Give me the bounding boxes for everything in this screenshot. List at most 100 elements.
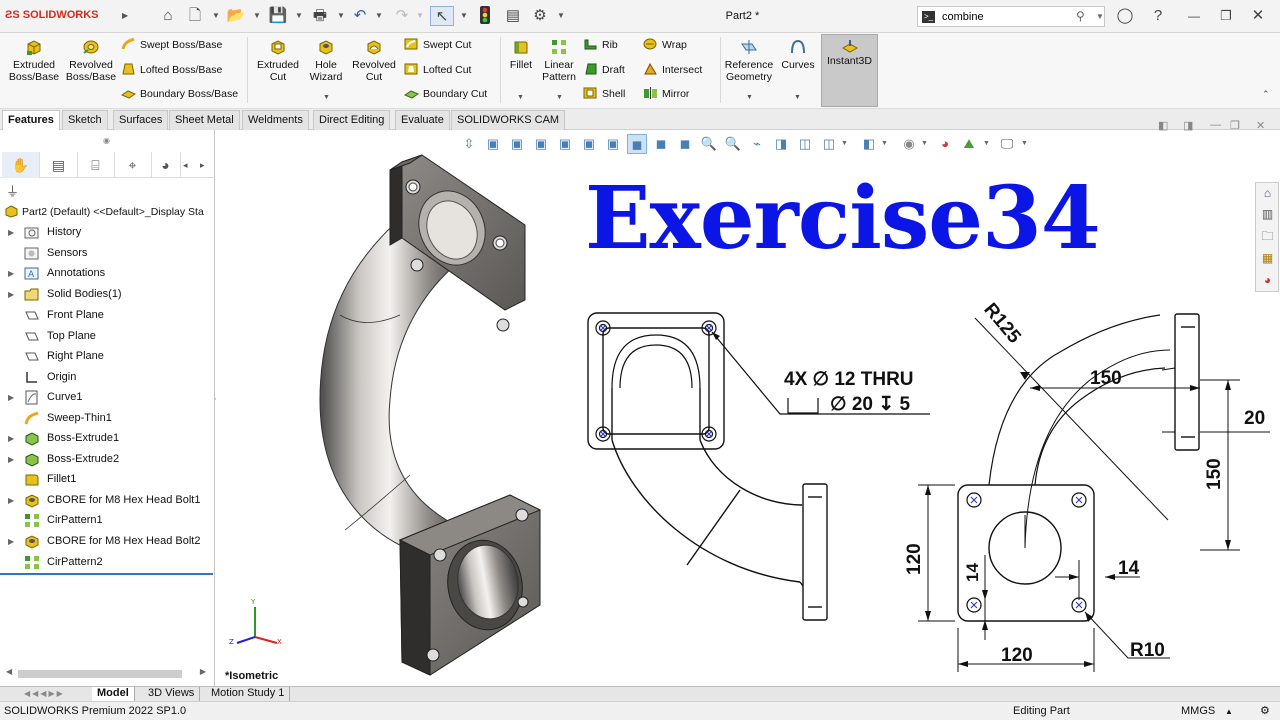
expand-arrow-icon[interactable]: ▶	[8, 532, 14, 551]
tab-surfaces[interactable]: Surfaces	[113, 110, 169, 130]
doc-tile-left-icon[interactable]: ◧	[1158, 119, 1168, 132]
undo-icon[interactable]: ↶	[350, 6, 370, 26]
lofted-cut-button[interactable]: Lofted Cut	[404, 62, 471, 78]
tab-scroll-left-icon[interactable]: ◂	[183, 152, 188, 178]
file-explorer-icon[interactable]: 🗀	[1259, 228, 1276, 245]
tree-item-cbore-bolt1[interactable]: ▶ CBORE for M8 Hex Head Bolt1	[0, 491, 213, 510]
appearances-icon[interactable]: ◕	[1259, 272, 1276, 289]
doc-restore-icon[interactable]: ❐	[1230, 119, 1240, 132]
dropdown-icon[interactable]: ▼	[921, 140, 928, 147]
zoom-previous-icon[interactable]: 🔍	[723, 134, 743, 154]
open-dropdown-icon[interactable]: ▼	[253, 11, 261, 20]
zoom-area-icon[interactable]: 🔍	[699, 134, 719, 154]
mirror-button[interactable]: Mirror	[643, 86, 689, 102]
expand-arrow-icon[interactable]: ▶	[8, 450, 14, 469]
section-view-icon[interactable]: ⌁	[747, 134, 767, 154]
dropdown-icon[interactable]: ▼	[983, 140, 990, 147]
unit-system[interactable]: MMGS	[1181, 705, 1215, 717]
rebuild-traffic-light-icon[interactable]	[475, 6, 495, 26]
view-cube-icon[interactable]: ▣	[555, 134, 575, 154]
new-document-icon[interactable]: 🗋	[185, 6, 205, 26]
tree-item-boss-extrude1[interactable]: ▶ Boss-Extrude1	[0, 429, 213, 448]
shaded-view-icon[interactable]: ◼	[627, 134, 647, 154]
tree-item-right-plane[interactable]: Right Plane	[0, 347, 213, 366]
dropdown-icon[interactable]: ▼	[841, 140, 848, 147]
view-cube-icon[interactable]: ▣	[603, 134, 623, 154]
linear-pattern-dropdown-icon[interactable]: ▼	[556, 94, 563, 101]
window-restore-icon[interactable]: ❐	[1216, 6, 1236, 26]
print-dropdown-icon[interactable]: ▼	[337, 11, 345, 20]
dropdown-icon[interactable]: ▼	[1021, 140, 1028, 147]
tree-item-cbore-bolt2[interactable]: ▶ CBORE for M8 Hex Head Bolt2	[0, 532, 213, 551]
display-style-icon[interactable]: ◼	[675, 134, 695, 154]
tree-item-fillet1[interactable]: Fillet1	[0, 470, 213, 489]
design-library-icon[interactable]: ▥	[1259, 206, 1276, 223]
hole-wizard-dropdown-icon[interactable]: ▼	[323, 94, 330, 101]
hole-wizard-button[interactable]: Hole Wizard	[304, 36, 348, 83]
view-settings-icon[interactable]: 🖵	[997, 134, 1017, 154]
tab-solidworks-cam[interactable]: SOLIDWORKS CAM	[451, 110, 566, 130]
redo-dropdown-icon[interactable]: ▼	[416, 11, 424, 20]
options-gear-icon[interactable]: ⚙	[530, 6, 550, 26]
search-icon[interactable]: ⚲	[1076, 9, 1085, 23]
tree-item-history[interactable]: ▶ History	[0, 223, 213, 242]
tab-model[interactable]: Model	[92, 687, 135, 701]
expand-arrow-icon[interactable]: ▶	[8, 429, 14, 448]
scroll-right-icon[interactable]: ▶	[200, 667, 206, 676]
tab-evaluate[interactable]: Evaluate	[395, 110, 450, 130]
tab-3d-views[interactable]: 3D Views	[143, 687, 201, 701]
window-close-icon[interactable]: ✕	[1248, 6, 1268, 26]
doc-tile-right-icon[interactable]: ◨	[1183, 119, 1193, 132]
tree-item-cirpattern2[interactable]: CirPattern2	[0, 553, 213, 572]
swept-boss-button[interactable]: Swept Boss/Base	[121, 37, 222, 53]
tree-item-sweep-thin1[interactable]: Sweep-Thin1	[0, 409, 213, 428]
expand-arrow-icon[interactable]: ▶	[8, 285, 14, 304]
lofted-boss-button[interactable]: Lofted Boss/Base	[121, 62, 222, 78]
open-folder-icon[interactable]: 📂	[226, 6, 246, 26]
horizontal-scrollbar[interactable]: ◀ ▶	[6, 667, 206, 680]
shell-button[interactable]: Shell	[583, 86, 625, 102]
units-dropdown-icon[interactable]: ▲	[1225, 707, 1233, 716]
options-dropdown-icon[interactable]: ▼	[557, 11, 565, 20]
edit-appearance-icon[interactable]: ◕	[935, 134, 955, 154]
draft-button[interactable]: Draft	[583, 62, 625, 78]
expand-arrow-icon[interactable]: ▶	[8, 388, 14, 407]
revolved-boss-button[interactable]: Revolved Boss/Base	[63, 36, 119, 83]
tree-item-boss-extrude2[interactable]: ▶ Boss-Extrude2	[0, 450, 213, 469]
user-account-icon[interactable]: ◯	[1115, 6, 1135, 26]
tree-item-curve1[interactable]: ▶ Curve1	[0, 388, 213, 407]
search-dropdown-icon[interactable]: ▼	[1096, 12, 1104, 21]
display-manager-tab-icon[interactable]: ◕	[151, 152, 181, 178]
rollback-bar[interactable]	[0, 573, 213, 575]
part-3d-model[interactable]	[290, 150, 550, 685]
swept-cut-button[interactable]: Swept Cut	[404, 37, 471, 53]
view-palette-icon[interactable]: ▦	[1259, 250, 1276, 267]
linear-pattern-button[interactable]: Linear Pattern	[539, 36, 579, 83]
expand-arrow-icon[interactable]: ▶	[8, 264, 14, 283]
boundary-boss-button[interactable]: Boundary Boss/Base	[121, 86, 238, 102]
tree-item-cirpattern1[interactable]: CirPattern1	[0, 511, 213, 530]
rebuild-status-icon[interactable]: ⚙	[1260, 704, 1270, 717]
apply-scene-icon[interactable]: ⛰	[959, 134, 979, 154]
select-dropdown-icon[interactable]: ▼	[460, 11, 468, 20]
tab-navigation-arrows-icon[interactable]: ◀◀◀▶▶	[24, 689, 65, 698]
revolved-cut-button[interactable]: Revolved Cut	[349, 36, 399, 83]
reference-geometry-button[interactable]: Reference Geometry	[724, 36, 774, 83]
expand-arrow-icon[interactable]: ▶	[8, 491, 14, 510]
curves-button[interactable]: Curves	[779, 36, 817, 71]
new-dropdown-icon[interactable]: ▼	[212, 11, 220, 20]
tree-item-sensors[interactable]: Sensors	[0, 244, 213, 263]
doc-minimize-icon[interactable]: —	[1210, 119, 1221, 131]
tab-weldments[interactable]: Weldments	[242, 110, 309, 130]
configuration-manager-tab-icon[interactable]: ⌸	[77, 152, 115, 178]
search-box[interactable]: >_ ⚲ ▼	[917, 6, 1105, 27]
help-icon[interactable]: ?	[1148, 6, 1168, 26]
tree-item-top-plane[interactable]: Top Plane	[0, 327, 213, 346]
window-minimize-icon[interactable]: —	[1184, 6, 1204, 26]
hide-show-icon[interactable]: ◉	[899, 134, 919, 154]
tree-item-annotations[interactable]: ▶ A Annotations	[0, 264, 213, 283]
file-properties-icon[interactable]: ▤	[503, 6, 523, 26]
wrap-button[interactable]: Wrap	[643, 37, 687, 53]
menu-expand-icon[interactable]: ▶	[122, 11, 128, 20]
ribbon-collapse-icon[interactable]: ⌃	[1262, 89, 1270, 100]
